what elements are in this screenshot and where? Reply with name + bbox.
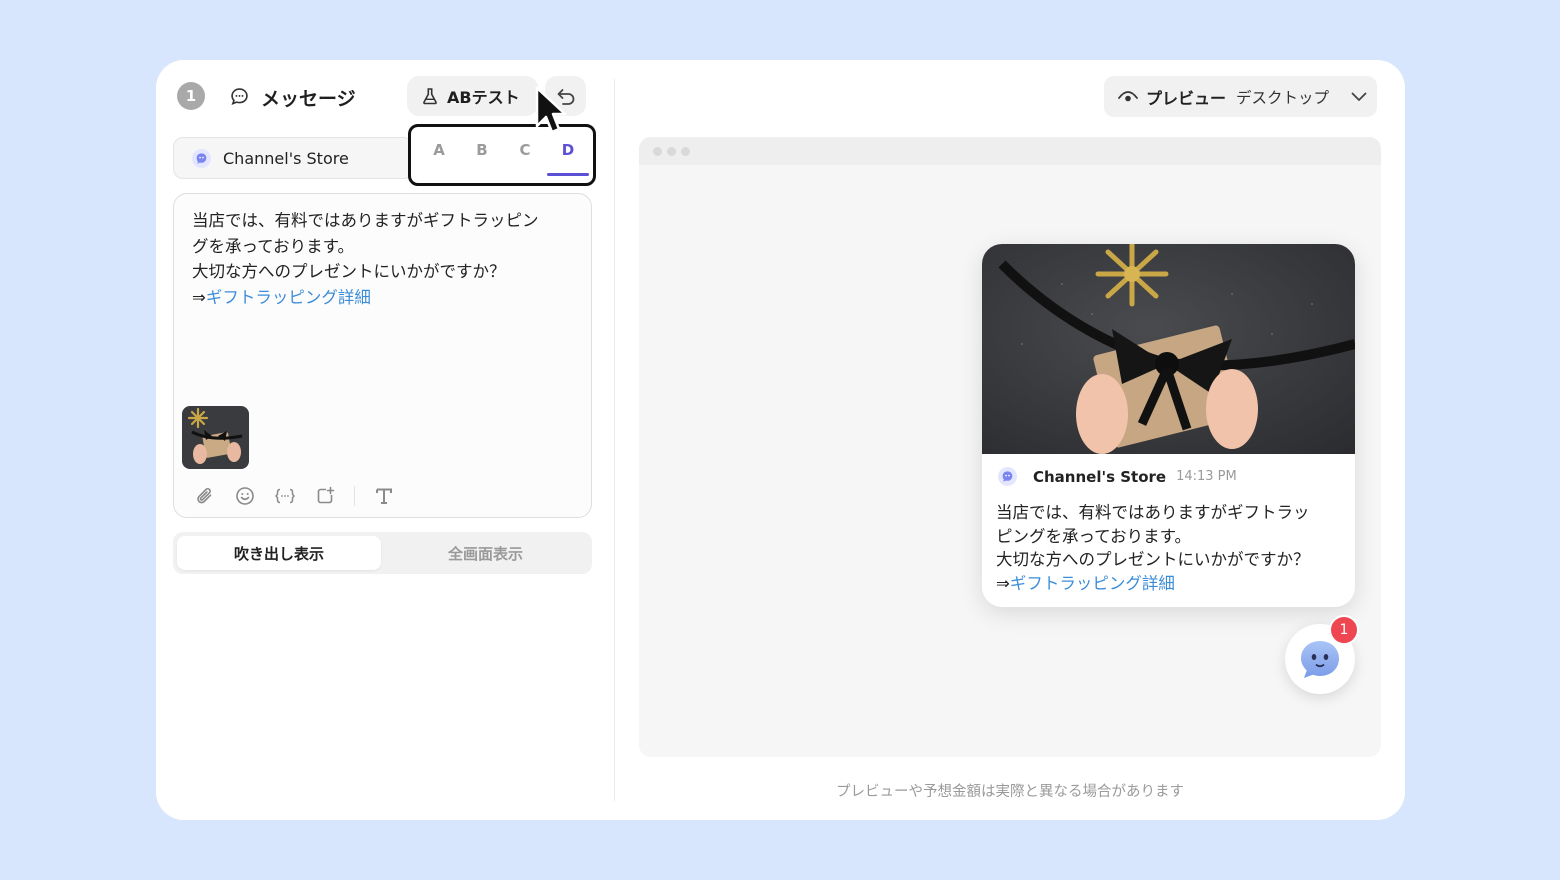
- tab-variant-b[interactable]: B: [467, 141, 497, 159]
- unread-badge: 1: [1329, 615, 1359, 645]
- window-dot: [681, 146, 690, 156]
- window-dot: [667, 146, 676, 156]
- step-number-badge: 1: [177, 82, 205, 110]
- panel-divider: [614, 79, 615, 801]
- flask-icon: [423, 88, 437, 105]
- card-timestamp: 14:13 PM: [1176, 469, 1237, 484]
- chevron-down-icon: [1351, 92, 1367, 102]
- card-gift-wrapping-link[interactable]: ギフトラッピング詳細: [1010, 574, 1175, 593]
- preview-label: プレビュー: [1146, 88, 1227, 108]
- card-header: Channel's Store 14:13 PM: [998, 467, 1237, 486]
- gift-image: [982, 244, 1355, 454]
- sender-name: Channel's Store: [223, 148, 349, 168]
- message-textarea[interactable]: 当店では、有料ではありますがギフトラッピン グを承っております。 大切な方へのプ…: [192, 208, 577, 310]
- message-line: 当店では、有料ではありますがギフトラッピン: [192, 211, 539, 230]
- message-line: 大切な方へのプレゼントにいかがですか？: [192, 262, 506, 281]
- message-line: グを承っております。: [192, 236, 355, 256]
- mouse-cursor-icon: [535, 86, 567, 134]
- card-message-line: 当店では、有料ではありますがギフトラッ: [996, 503, 1310, 522]
- card-message-line: 大切な方へのプレゼントにいかがですか？: [996, 550, 1310, 569]
- emoji-icon[interactable]: [234, 485, 256, 507]
- variable-icon[interactable]: [274, 485, 296, 507]
- link-arrow: ⇒: [192, 287, 206, 307]
- gift-wrapping-link[interactable]: ギフトラッピング詳細: [206, 288, 371, 307]
- bubble-display-button[interactable]: 吹き出し表示: [177, 536, 381, 570]
- device-value: デスクトップ: [1236, 88, 1330, 107]
- toolbar-separator: [354, 486, 355, 506]
- browser-title-bar: [639, 137, 1381, 165]
- bot-face-icon: [1301, 641, 1339, 678]
- window-dot: [653, 146, 662, 156]
- tab-variant-a[interactable]: A: [424, 141, 454, 159]
- tab-variant-c[interactable]: C: [510, 141, 540, 159]
- editor-toolbar: [194, 484, 395, 508]
- ab-test-label: ABテスト: [447, 88, 520, 107]
- card-sender-name: Channel's Store: [1033, 467, 1167, 486]
- message-editor[interactable]: 当店では、有料ではありますがギフトラッピン グを承っております。 大切な方へのプ…: [173, 193, 592, 518]
- active-tab-indicator: [547, 173, 589, 176]
- card-message-line: ピングを承っております。: [996, 526, 1192, 546]
- sender-select[interactable]: Channel's Store: [173, 137, 413, 179]
- display-mode-toggle: 吹き出し表示 全画面表示: [173, 532, 592, 574]
- section-title: メッセージ: [261, 88, 356, 110]
- preview-device-select[interactable]: プレビュー デスクトップ: [1104, 76, 1377, 117]
- preview-disclaimer: プレビューや予想金額は実際と異なる場合があります: [836, 784, 1184, 800]
- ab-test-button[interactable]: ABテスト: [407, 76, 538, 116]
- attached-image-thumbnail[interactable]: [182, 406, 249, 469]
- add-button-icon[interactable]: [314, 485, 336, 507]
- fullscreen-display-button[interactable]: 全画面表示: [383, 536, 588, 570]
- text-format-icon[interactable]: [373, 485, 395, 507]
- bot-avatar-icon: [192, 148, 211, 168]
- paperclip-icon[interactable]: [194, 485, 216, 507]
- card-message: 当店では、有料ではありますがギフトラッ ピングを承っております。 大切な方へのプ…: [996, 501, 1344, 595]
- message-preview-card: Channel's Store 14:13 PM 当店では、有料ではありますがギ…: [982, 244, 1355, 607]
- message-icon: [231, 88, 248, 106]
- eye-icon: [1118, 90, 1138, 101]
- bot-avatar-icon: [998, 467, 1017, 486]
- tab-variant-d[interactable]: D: [553, 141, 583, 159]
- link-arrow: ⇒: [996, 573, 1010, 593]
